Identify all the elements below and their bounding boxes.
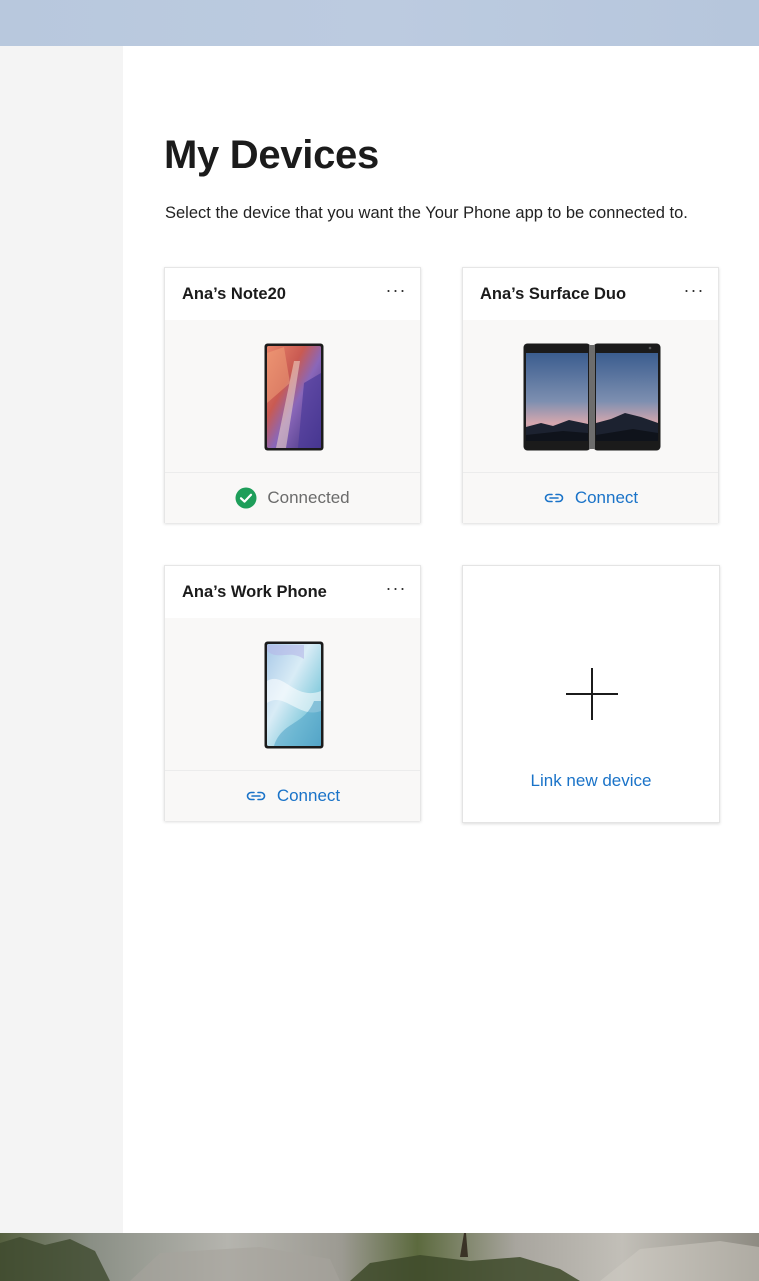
more-options-button[interactable]: ··· <box>680 280 708 306</box>
sidebar <box>0 46 123 1233</box>
device-image <box>463 320 718 472</box>
phone-note20-icon <box>264 343 324 451</box>
more-options-button[interactable]: ··· <box>382 280 410 306</box>
page-subtitle: Select the device that you want the Your… <box>165 204 688 222</box>
page-title: My Devices <box>164 133 379 177</box>
wallpaper-top <box>0 0 759 46</box>
plus-icon <box>566 668 618 720</box>
device-name: Ana’s Note20 <box>182 285 286 303</box>
device-name: Ana’s Work Phone <box>182 583 327 601</box>
status-label: Connected <box>267 488 350 507</box>
more-options-button[interactable]: ··· <box>382 578 410 604</box>
connect-label: Connect <box>574 488 639 507</box>
card-footer: Connected <box>165 472 420 523</box>
connect-button[interactable]: Connect <box>245 786 340 806</box>
surface-duo-icon <box>523 343 661 451</box>
device-card-work-phone[interactable]: Ana’s Work Phone ··· Connect <box>164 565 421 821</box>
device-card-note20[interactable]: Ana’s Note20 ··· Connected <box>164 267 421 523</box>
connect-label: Connect <box>276 786 341 805</box>
connected-status: Connected <box>235 487 350 509</box>
check-circle-icon <box>235 487 257 509</box>
card-header: Ana’s Surface Duo ··· <box>463 268 718 321</box>
link-icon <box>246 791 266 801</box>
wallpaper-bottom <box>0 1233 759 1281</box>
card-header: Ana’s Note20 ··· <box>165 268 420 321</box>
card-footer: Connect <box>463 472 718 523</box>
device-card-surface-duo[interactable]: Ana’s Surface Duo ··· Connect <box>462 267 719 523</box>
card-header: Ana’s Work Phone ··· <box>165 566 420 619</box>
device-image <box>165 320 420 472</box>
phone-work-icon <box>264 641 324 749</box>
connect-button[interactable]: Connect <box>543 488 638 508</box>
link-new-device-label: Link new device <box>530 771 652 790</box>
device-image <box>165 618 420 770</box>
link-icon <box>544 493 564 503</box>
device-name: Ana’s Surface Duo <box>480 285 627 303</box>
card-footer: Connect <box>165 770 420 821</box>
link-new-device-card[interactable]: Link new device <box>462 565 720 823</box>
